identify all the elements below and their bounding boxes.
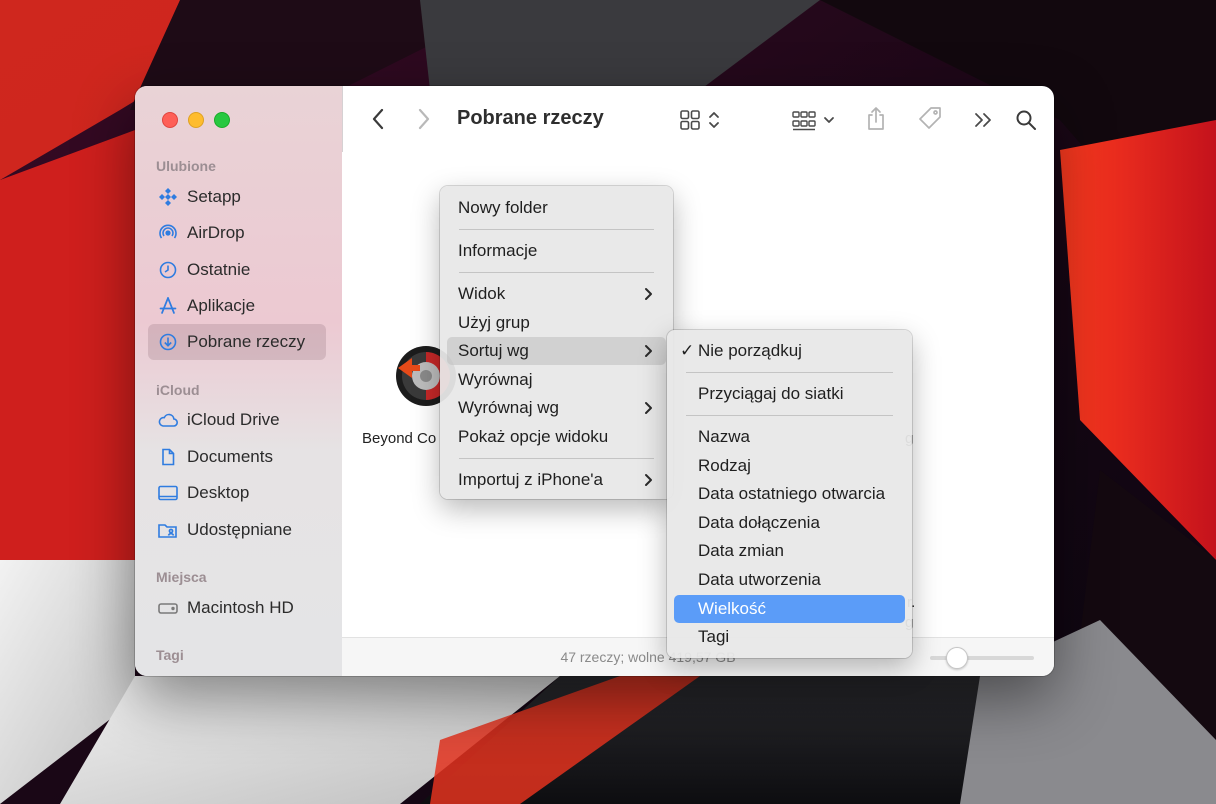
menu-item-sort-by[interactable]: Sortuj wg [447, 337, 666, 365]
sidebar-item-downloads[interactable]: Pobrane rzeczy [148, 324, 326, 360]
grid-view-icon [680, 110, 700, 130]
menu-separator [459, 229, 654, 230]
minimize-button[interactable] [188, 112, 204, 128]
section-label-favorites: Ulubione [156, 158, 216, 174]
sidebar-item-label: Pobrane rzeczy [187, 332, 306, 351]
applications-icon [156, 294, 180, 318]
sidebar-item-label: Documents [187, 447, 273, 466]
sidebar-item-airdrop[interactable]: AirDrop [148, 215, 326, 251]
download-icon [156, 330, 180, 354]
sidebar-item-applications[interactable]: Aplikacje [148, 288, 326, 324]
sidebar-item-desktop[interactable]: Desktop [148, 475, 326, 511]
toolbar: Pobrane rzeczy [342, 86, 1054, 152]
airdrop-icon [156, 221, 180, 245]
checkmark-icon: ✓ [680, 341, 695, 360]
sidebar-item-label: Setapp [187, 187, 241, 206]
menu-item-clean-up-by[interactable]: Wyrównaj wg [447, 394, 666, 422]
shared-folder-icon [156, 518, 180, 542]
chevron-right-icon [645, 474, 652, 486]
forward-button[interactable] [412, 106, 436, 132]
chevron-right-icon [645, 402, 652, 414]
menu-item-clean-up[interactable]: Wyrównaj [447, 366, 666, 394]
submenu-item-date-created[interactable]: Data utworzenia [674, 566, 905, 594]
sidebar-item-label: Udostępniane [187, 520, 292, 539]
section-label-locations: Miejsca [156, 569, 207, 585]
view-mode-button[interactable] [674, 106, 726, 134]
chevron-down-icon [824, 117, 834, 123]
section-label-icloud: iCloud [156, 382, 200, 398]
menu-item-view[interactable]: Widok [447, 280, 666, 308]
sort-submenu: ✓ Nie porządkuj Przyciągaj do siatki Naz… [667, 330, 912, 658]
sidebar-item-label: Macintosh HD [187, 598, 294, 617]
document-icon [156, 445, 180, 469]
submenu-item-tags[interactable]: Tagi [674, 623, 905, 651]
file-label: Beyond Co [362, 430, 437, 447]
menu-separator [459, 458, 654, 459]
sidebar-item-shared[interactable]: Udostępniane [148, 512, 326, 548]
clock-icon [156, 258, 180, 282]
submenu-item-none[interactable]: ✓ Nie porządkuj [674, 337, 905, 365]
menu-item-show-view-options[interactable]: Pokaż opcje widoku [447, 423, 666, 451]
menu-separator [459, 272, 654, 273]
submenu-item-date-added[interactable]: Data dołączenia [674, 509, 905, 537]
submenu-item-date-last-opened[interactable]: Data ostatniego otwarcia [674, 480, 905, 508]
sidebar-item-label: Desktop [187, 483, 250, 502]
zoom-button[interactable] [214, 112, 230, 128]
menu-item-import-from-iphone[interactable]: Importuj z iPhone'a [447, 466, 666, 494]
submenu-item-size[interactable]: Wielkość [674, 595, 905, 623]
tags-button[interactable] [914, 104, 946, 134]
sidebar: Ulubione Setapp AirDrop Ostatnie Aplikac… [135, 86, 343, 676]
group-view-icon [792, 111, 816, 131]
section-label-tags: Tagi [156, 647, 184, 663]
menu-separator [686, 415, 893, 416]
back-button[interactable] [366, 106, 390, 132]
context-menu: Nowy folder Informacje Widok Użyj grup S… [440, 186, 673, 499]
cloud-icon [156, 408, 180, 432]
menu-item-get-info[interactable]: Informacje [447, 237, 666, 265]
sidebar-item-label: AirDrop [187, 223, 245, 242]
group-button[interactable] [788, 106, 838, 134]
icon-size-slider-knob[interactable] [946, 647, 968, 669]
submenu-item-kind[interactable]: Rodzaj [674, 452, 905, 480]
menu-separator [686, 372, 893, 373]
sidebar-item-icloud-drive[interactable]: iCloud Drive [148, 402, 326, 438]
sidebar-item-label: Aplikacje [187, 296, 256, 315]
share-button[interactable] [862, 104, 890, 134]
sidebar-item-label: Ostatnie [187, 260, 251, 279]
search-icon [1016, 110, 1036, 130]
close-button[interactable] [162, 112, 178, 128]
sidebar-item-documents[interactable]: Documents [148, 439, 326, 475]
desktop-icon [156, 481, 180, 505]
sidebar-item-recents[interactable]: Ostatnie [148, 252, 326, 288]
chevron-updown-icon [709, 112, 719, 128]
sidebar-item-setapp[interactable]: Setapp [148, 179, 326, 215]
submenu-item-date-modified[interactable]: Data zmian [674, 537, 905, 565]
double-chevron-right-icon [975, 113, 991, 127]
share-icon [868, 107, 884, 130]
menu-item-new-folder[interactable]: Nowy folder [447, 194, 666, 222]
chevron-right-icon [645, 345, 652, 357]
submenu-item-name[interactable]: Nazwa [674, 423, 905, 451]
tag-icon [919, 107, 941, 129]
sidebar-item-label: iCloud Drive [187, 410, 280, 429]
menu-item-use-groups[interactable]: Użyj grup [447, 309, 666, 337]
chevron-right-icon [418, 108, 430, 130]
disk-icon [156, 596, 180, 620]
window-title: Pobrane rzeczy [457, 107, 604, 129]
setapp-icon [156, 185, 180, 209]
submenu-item-snap-to-grid[interactable]: Przyciągaj do siatki [674, 380, 905, 408]
chevron-right-icon [645, 288, 652, 300]
chevron-left-icon [372, 108, 384, 130]
sidebar-item-macintosh-hd[interactable]: Macintosh HD [148, 590, 326, 626]
more-toolbar-button[interactable] [970, 106, 998, 134]
search-button[interactable] [1012, 106, 1040, 134]
